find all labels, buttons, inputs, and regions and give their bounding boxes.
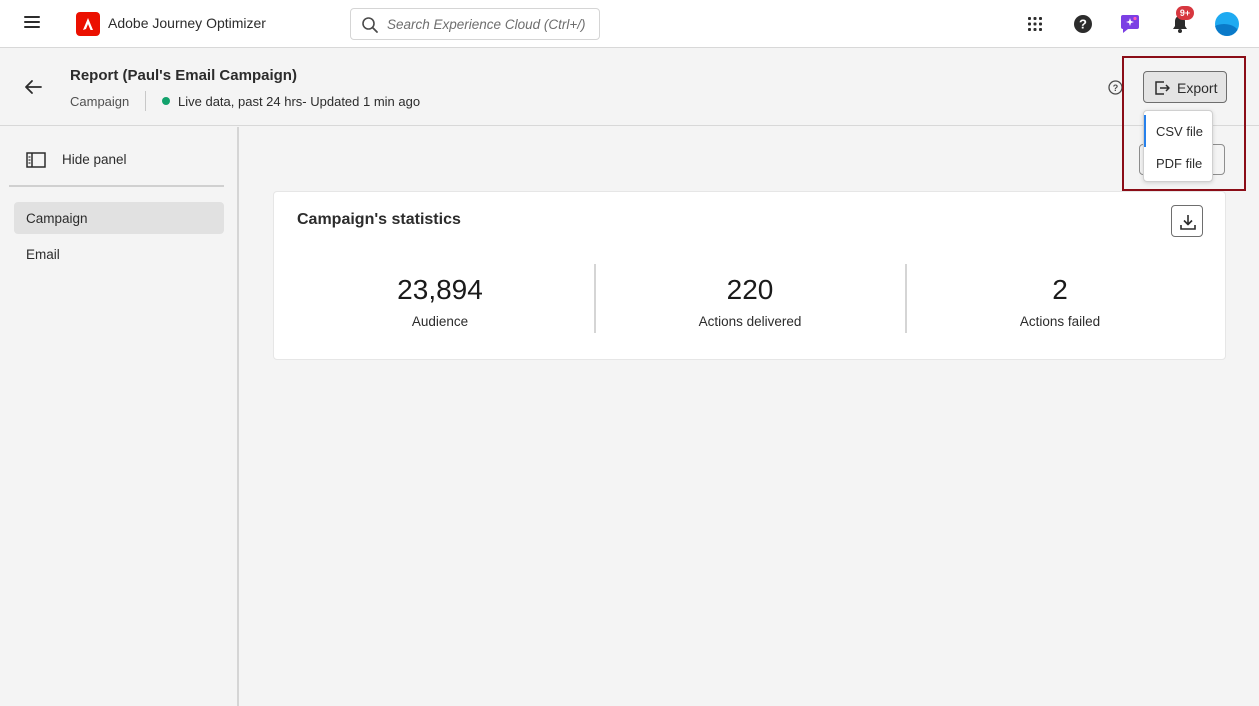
stat-label: Actions delivered [698,314,802,329]
export-label: Export [1177,80,1218,96]
stat-audience: 23,894 Audience [285,274,595,329]
menu-icon[interactable] [24,16,40,30]
stat-value: 220 [726,274,774,305]
adobe-logo-icon [76,12,100,36]
sidebar-item-label: Email [26,247,60,262]
sidebar-item-email[interactable]: Email [14,238,224,270]
header-divider [145,91,146,111]
ai-assistant-icon[interactable] [1118,12,1142,36]
user-avatar[interactable] [1215,12,1239,36]
panel-icon [26,152,46,168]
stat-value: 23,894 [397,274,483,305]
stat-actions-failed: 2 Actions failed [905,274,1215,329]
help-icon[interactable]: ? [1071,12,1095,36]
export-button[interactable]: Export [1143,71,1227,103]
apps-grid-icon[interactable] [1023,12,1047,36]
download-button[interactable] [1171,205,1203,237]
search-icon [362,17,378,33]
page-header: Report (Paul's Email Campaign) Campaign … [0,49,1259,126]
menu-item-csv-file[interactable]: CSV file [1144,115,1213,147]
top-bar: Adobe Journey Optimizer Search Experienc… [0,0,1259,48]
sidebar-item-label: Campaign [26,211,88,226]
sidebar-item-campaign[interactable]: Campaign [14,202,224,234]
stat-value: 2 [1052,274,1068,305]
menu-item-label: CSV file [1156,124,1203,139]
search-input[interactable]: Search Experience Cloud (Ctrl+/) [350,8,600,40]
live-status-dot [162,97,170,105]
menu-item-pdf-file[interactable]: PDF file [1144,147,1213,179]
sidebar: Hide panel Campaign Email [0,127,239,706]
campaign-statistics-card: Campaign's statistics 23,894 Audience 22… [273,191,1226,360]
notification-badge: 9+ [1176,6,1194,20]
live-status-text: Live data, past 24 hrs- Updated 1 min ag… [178,94,421,109]
stat-actions-delivered: 220 Actions delivered [595,274,905,329]
stat-label: Audience [411,314,469,329]
svg-text:?: ? [1113,83,1119,93]
card-title: Campaign's statistics [297,211,461,228]
download-icon [1180,215,1196,230]
export-icon [1155,81,1170,95]
app-name: Adobe Journey Optimizer [108,15,266,31]
info-help-icon[interactable]: ? [1108,80,1123,95]
sidebar-divider [9,185,224,187]
notification-bell-icon[interactable]: 9+ [1168,6,1194,36]
search-placeholder: Search Experience Cloud (Ctrl+/) [387,17,586,32]
stat-label: Actions failed [1019,314,1101,329]
back-arrow-icon[interactable] [22,76,44,98]
hide-panel-label: Hide panel [62,152,127,167]
page-title: Report (Paul's Email Campaign) [70,67,297,84]
breadcrumb: Campaign [70,94,130,109]
export-dropdown-menu: CSV file PDF file [1143,110,1213,182]
menu-item-label: PDF file [1156,156,1203,171]
svg-text:?: ? [1079,17,1087,32]
